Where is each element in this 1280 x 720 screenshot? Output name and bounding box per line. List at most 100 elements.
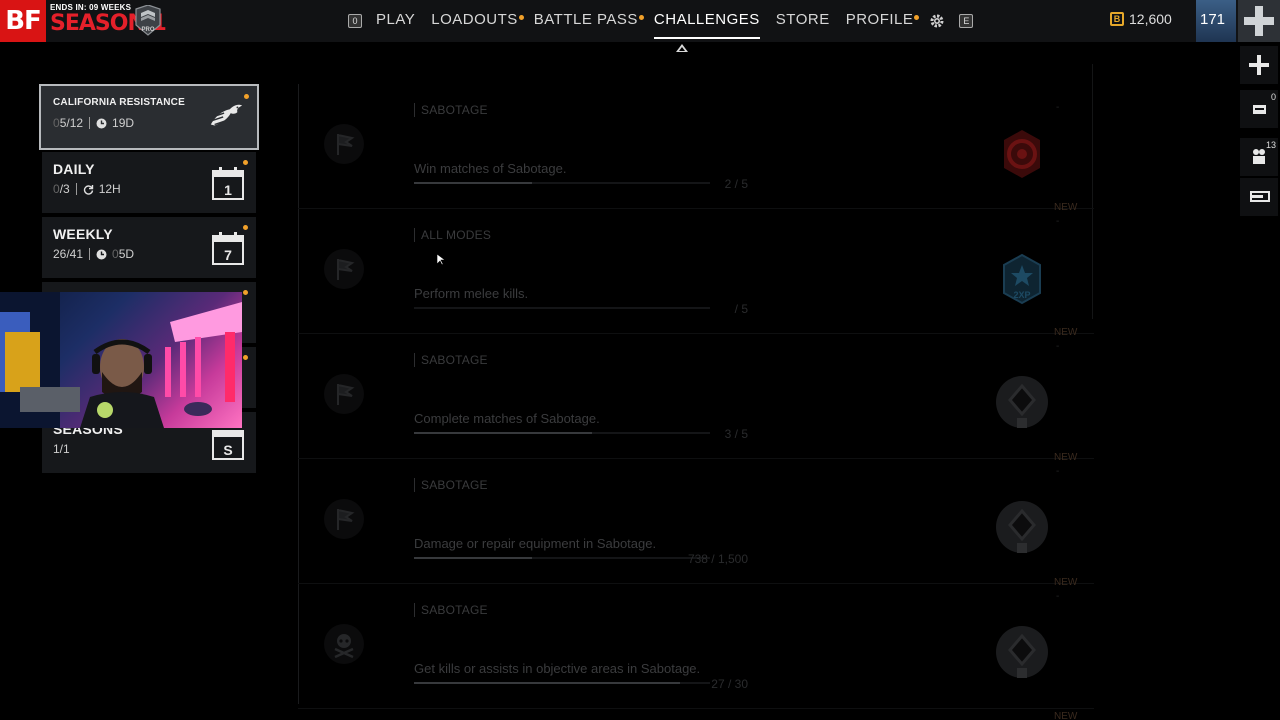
challenge-description: Win matches of Sabotage. — [414, 161, 567, 176]
challenge-mode: ALL MODES — [414, 228, 491, 242]
nav-challenges[interactable]: CHALLENGES — [653, 0, 760, 42]
diamond-badge-icon — [996, 626, 1048, 678]
new-label: NEW — [1054, 452, 1078, 463]
bf-coin-icon: B — [1110, 12, 1124, 26]
new-label: NEW — [1054, 327, 1078, 338]
category-progress: 1/1 — [53, 442, 70, 456]
time-dim: 0 — [112, 247, 119, 261]
inbox-button[interactable]: 0 — [1240, 90, 1278, 128]
challenge-dash: - — [1056, 102, 1060, 113]
challenge-description: Complete matches of Sabotage. — [414, 411, 600, 426]
clock-icon — [96, 249, 107, 259]
streamer-webcam-overlay — [0, 292, 242, 428]
nav-right-key-hint: E — [959, 14, 974, 28]
progress-dim: 0 — [53, 116, 60, 130]
new-indicator-dot — [243, 225, 248, 230]
category-time: 19D — [112, 116, 135, 130]
clock-icon — [96, 118, 107, 128]
eagle-icon — [210, 104, 243, 126]
nav-loadouts[interactable]: LOADOUTS — [431, 0, 524, 42]
challenge-row[interactable]: NEW - ALL MODES Perform melee kills. / 5… — [298, 202, 1094, 334]
calendar-icon: 7 — [212, 232, 244, 265]
right-rail: 0 13 — [1238, 42, 1280, 222]
season-label: S — [223, 442, 232, 458]
battlefield-logo: BF — [0, 0, 46, 42]
divider — [89, 248, 91, 260]
top-navigation-bar: BF ENDS IN: 09 WEEKS SEASON 1 PRO 0 PLAY… — [0, 0, 1280, 52]
exit-icon — [1250, 191, 1270, 202]
add-friend-button[interactable] — [1240, 46, 1278, 84]
challenge-row[interactable]: NEW - SABOTAGE Get kills or assists in o… — [298, 577, 1094, 709]
challenge-dash: - — [1056, 466, 1060, 477]
social-plus-button[interactable] — [1238, 0, 1280, 42]
flag-icon — [324, 124, 364, 164]
flag-icon — [324, 249, 364, 289]
calendar-label: 7 — [224, 247, 232, 263]
challenge-mode: SABOTAGE — [414, 353, 488, 367]
challenge-dash: - — [1056, 216, 1060, 227]
currency-value: 12,600 — [1129, 11, 1172, 27]
challenge-progress: 27 / 30 — [711, 677, 748, 691]
challenge-progress: 3 / 5 — [724, 427, 748, 441]
new-indicator-dot — [243, 355, 248, 360]
2xp-token-icon: 2XP — [1003, 253, 1041, 305]
rank-badge-icon[interactable]: PRO — [133, 4, 163, 37]
challenge-row[interactable]: NEW - SABOTAGE Complete matches of Sabot… — [298, 327, 1094, 459]
challenge-description: Damage or repair equipment in Sabotage. — [414, 536, 657, 551]
challenge-dash: - — [1056, 341, 1060, 352]
player-level: 171 — [1200, 11, 1226, 28]
active-tab-caret-icon — [676, 44, 688, 52]
progress-dim: 0 — [53, 182, 60, 196]
nav-play[interactable]: PLAY — [376, 0, 415, 42]
diamond-badge-icon — [996, 376, 1048, 428]
nav-store[interactable]: STORE — [776, 0, 830, 42]
challenge-mode: SABOTAGE — [414, 478, 488, 492]
calendar-label: 1 — [224, 182, 232, 198]
category-progress: 5/12 — [59, 116, 84, 130]
new-label: NEW — [1054, 202, 1078, 213]
divider — [75, 183, 77, 195]
rank-badge-label: PRO — [141, 27, 154, 33]
currency-balance[interactable]: B 12,600 — [1110, 11, 1172, 27]
calendar-icon: 1 — [212, 167, 244, 200]
challenge-description: Get kills or assists in objective areas … — [414, 661, 701, 676]
new-indicator-dot — [244, 94, 249, 99]
skull-icon — [324, 624, 364, 664]
challenge-row[interactable]: NEW - SABOTAGE Damage or repair equipmen… — [298, 452, 1094, 584]
challenge-progress: 2 / 5 — [724, 177, 748, 191]
challenge-row-next[interactable]: NEW — [298, 709, 1094, 720]
challenge-mode: SABOTAGE — [414, 603, 488, 617]
plus-icon — [1249, 55, 1269, 75]
exit-button[interactable] — [1240, 178, 1278, 216]
inbox-count: 0 — [1270, 92, 1276, 102]
category-daily[interactable]: DAILY 0 /3 12H 1 — [42, 152, 256, 213]
new-label: NEW — [1054, 711, 1078, 720]
category-progress: /3 — [59, 182, 70, 196]
squad-button[interactable]: 13 — [1240, 138, 1278, 176]
webcam-image — [0, 292, 242, 428]
new-indicator-dot — [243, 160, 248, 165]
new-indicator-dot — [243, 290, 248, 295]
challenge-row[interactable]: SABOTAGE Win matches of Sabotage. 2 / 5 … — [298, 84, 1094, 209]
category-california-resistance[interactable]: CALIFORNIA RESISTANCE 0 5/12 19D — [39, 84, 259, 150]
challenge-dash: - — [1056, 591, 1060, 602]
category-weekly[interactable]: WEEKLY 26/41 0 5D 7 — [42, 217, 256, 278]
squad-count: 13 — [1265, 140, 1276, 150]
red-badge-icon — [1004, 130, 1040, 178]
flag-icon — [324, 499, 364, 539]
settings-gear-icon[interactable] — [929, 13, 945, 29]
challenge-mode: SABOTAGE — [414, 103, 488, 117]
category-progress: 26/41 — [53, 247, 84, 261]
challenge-list: SABOTAGE Win matches of Sabotage. 2 / 5 … — [298, 84, 1094, 720]
reward-label: 2XP — [1013, 290, 1030, 300]
plus-icon — [1244, 6, 1274, 36]
challenge-progress: 738 / 1,500 — [687, 552, 748, 566]
challenge-progress: / 5 — [734, 302, 748, 316]
category-time: 5D — [118, 247, 135, 261]
main-nav: 0 PLAY LOADOUTS BATTLE PASS CHALLENGES S… — [348, 0, 974, 42]
nav-battle-pass[interactable]: BATTLE PASS — [534, 0, 645, 42]
nav-profile[interactable]: PROFILE — [846, 0, 920, 42]
new-label: NEW — [1054, 577, 1078, 588]
mouse-cursor-icon — [437, 254, 445, 266]
category-time: 12H — [98, 182, 121, 196]
